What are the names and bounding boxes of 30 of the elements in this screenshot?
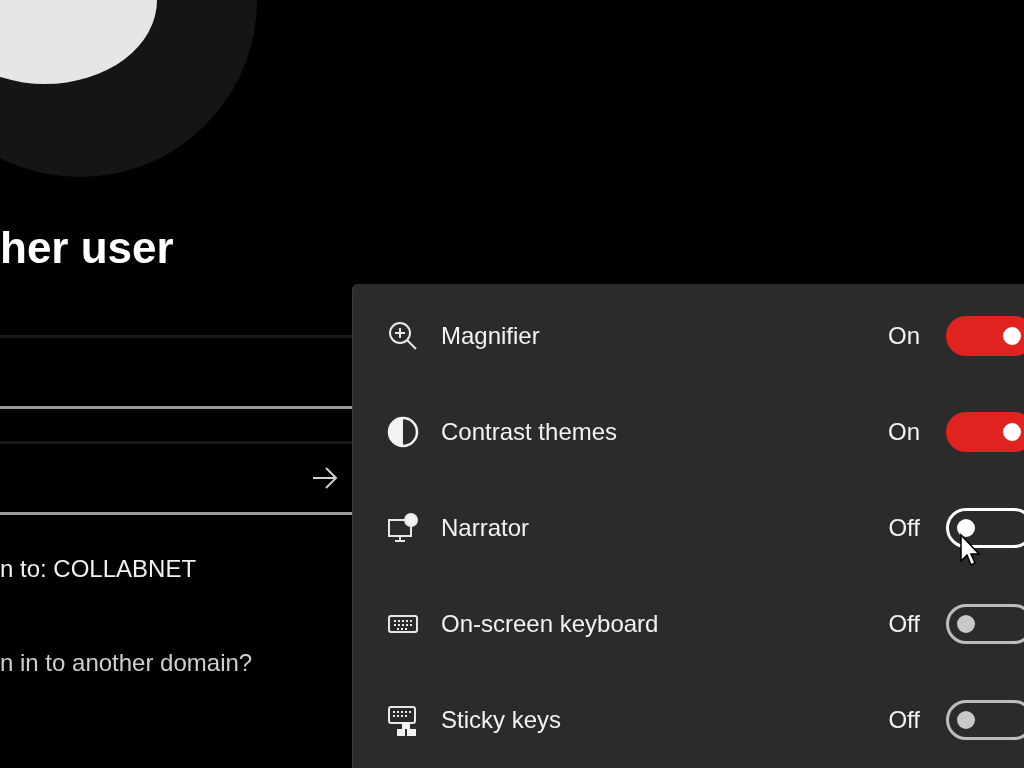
toggle-switch[interactable] <box>946 604 1024 644</box>
state-text: Off <box>887 706 920 734</box>
state-text: Off <box>887 514 920 542</box>
domain-text: n to: COLLABNET <box>0 555 198 583</box>
sticky-keys-icon <box>387 704 419 736</box>
toggle-switch[interactable] <box>946 700 1024 740</box>
state-text: On <box>887 418 920 446</box>
input-field[interactable] <box>0 441 352 515</box>
setting-label: Magnifier <box>441 322 541 350</box>
state-text: On <box>887 322 920 350</box>
toggle-switch[interactable] <box>946 412 1024 452</box>
mouse-cursor-icon <box>959 533 981 567</box>
narrator-icon <box>387 512 419 544</box>
contrast-icon <box>387 416 419 448</box>
setting-label: Contrast themes <box>441 418 619 446</box>
toggle-thumb[interactable] <box>957 519 975 537</box>
setting-label: Narrator <box>441 514 531 542</box>
page-title: her user <box>0 223 175 273</box>
toggle-thumb[interactable] <box>1003 327 1021 345</box>
setting-label: On-screen keyboard <box>441 610 660 638</box>
toggle-thumb[interactable] <box>957 615 975 633</box>
toggle-thumb[interactable] <box>957 711 975 729</box>
toggle-thumb[interactable] <box>1003 423 1021 441</box>
magnifier-icon <box>387 320 419 352</box>
input-field[interactable] <box>0 335 352 409</box>
arrow-right-icon[interactable] <box>312 467 338 489</box>
toggle-switch[interactable] <box>946 316 1024 356</box>
setting-label: Sticky keys <box>441 706 563 734</box>
state-text: Off <box>887 610 920 638</box>
other-domain-link[interactable]: n in to another domain? <box>0 649 352 677</box>
